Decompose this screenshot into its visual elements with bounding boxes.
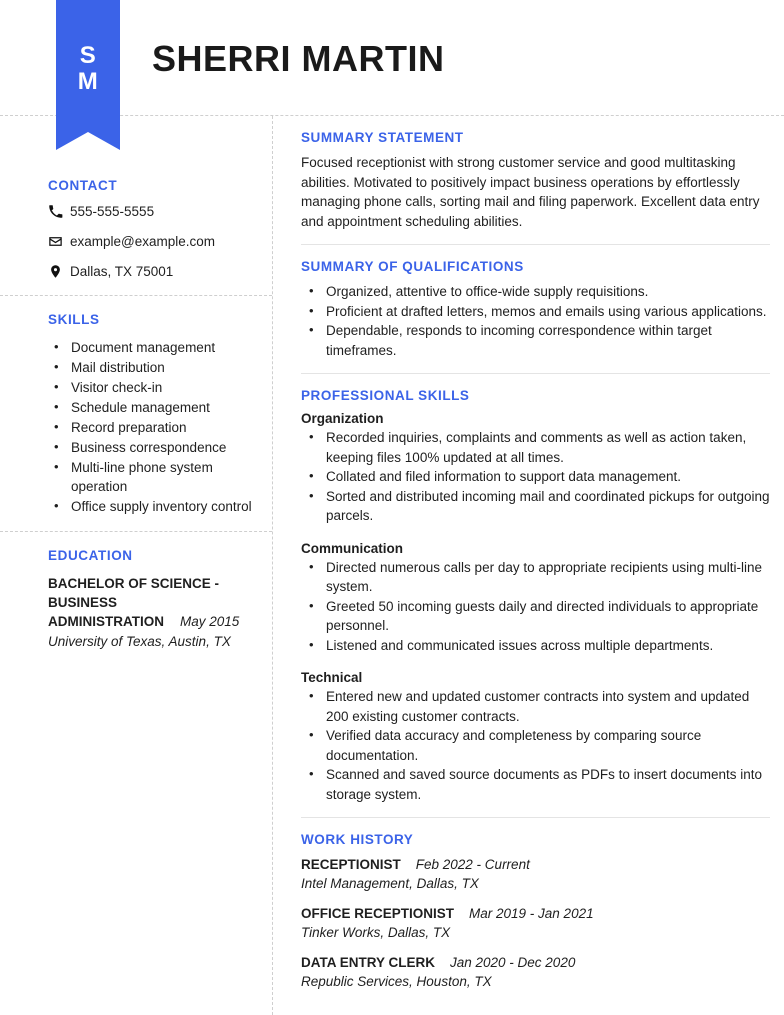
- contact-email-text: example@example.com: [70, 234, 216, 249]
- work-history-section: WORK HISTORY RECEPTIONIST Feb 2022 - Curr…: [301, 818, 770, 1004]
- skill-group: CommunicationDirected numerous calls per…: [301, 541, 770, 656]
- contact-heading: CONTACT: [48, 178, 118, 193]
- contact-email-row: example@example.com: [48, 234, 256, 249]
- list-item: Recorded inquiries, complaints and comme…: [309, 427, 770, 467]
- contact-phone-text: 555-555-5555: [70, 204, 155, 219]
- education-date: May 2015: [180, 614, 240, 629]
- summary-heading: SUMMARY STATEMENT: [301, 130, 464, 145]
- job-title-row: DATA ENTRY CLERK Jan 2020 - Dec 2020: [301, 953, 770, 972]
- page-title: SHERRI MARTIN: [152, 38, 445, 79]
- professional-skills-groups: OrganizationRecorded inquiries, complain…: [301, 411, 770, 804]
- job-dates: Jan 2020 - Dec 2020: [450, 955, 576, 970]
- list-item: Multi-line phone system operation: [54, 457, 256, 496]
- contact-phone-row: 555-555-5555: [48, 204, 256, 219]
- summary-text: Focused receptionist with strong custome…: [301, 155, 760, 229]
- professional-skills-heading: PROFESSIONAL SKILLS: [301, 388, 470, 403]
- resume-body: CONTACT 555-555-5555 example@example.com…: [0, 116, 784, 1015]
- resume-header: S M SHERRI MARTIN: [0, 0, 784, 150]
- job-title: OFFICE RECEPTIONIST: [301, 906, 455, 921]
- list-item: Office supply inventory control: [54, 496, 256, 516]
- envelope-icon: [48, 234, 70, 249]
- contact-section: CONTACT 555-555-5555 example@example.com…: [0, 116, 272, 296]
- skill-group-title: Technical: [301, 670, 363, 685]
- job-dates: Mar 2019 - Jan 2021: [469, 906, 594, 921]
- job-title-row: OFFICE RECEPTIONIST Mar 2019 - Jan 2021: [301, 904, 770, 923]
- sidebar-column: CONTACT 555-555-5555 example@example.com…: [0, 116, 273, 1015]
- work-history-jobs: RECEPTIONIST Feb 2022 - Current Intel Mana…: [301, 855, 770, 991]
- skill-group: OrganizationRecorded inquiries, complain…: [301, 411, 770, 526]
- skill-group-title: Communication: [301, 540, 404, 556]
- work-history-entry: RECEPTIONIST Feb 2022 - Current Intel Mana…: [301, 855, 770, 893]
- qualifications-section: SUMMARY OF QUALIFICATIONS Organized, att…: [301, 245, 770, 374]
- work-history-heading: WORK HISTORY: [301, 832, 414, 847]
- list-item: Dependable, responds to incoming corresp…: [309, 320, 770, 360]
- education-heading: EDUCATION: [48, 548, 133, 563]
- job-dates: Feb 2022 - Current: [415, 857, 530, 872]
- education-section: EDUCATION BACHELOR OF SCIENCE - BUSINESS…: [0, 532, 272, 665]
- job-company: Tinker Works, Dallas, TX: [301, 925, 451, 940]
- list-item: Entered new and updated customer contrac…: [309, 686, 770, 726]
- professional-skills-section: PROFESSIONAL SKILLS OrganizationRecorded…: [301, 374, 770, 818]
- qualifications-list: Organized, attentive to office-wide supp…: [301, 281, 770, 360]
- monogram-last-initial: M: [77, 68, 99, 95]
- monogram-first-initial: S: [79, 42, 97, 69]
- skills-heading: SKILLS: [48, 312, 100, 327]
- education-school: University of Texas, Austin, TX: [48, 634, 231, 649]
- summary-section: SUMMARY STATEMENT Focused receptionist w…: [301, 116, 770, 245]
- list-item: Business correspondence: [54, 437, 256, 457]
- skills-list: Document managementMail distributionVisi…: [48, 337, 256, 516]
- map-pin-icon: [48, 264, 70, 279]
- list-item: Document management: [54, 337, 256, 357]
- job-company: Intel Management, Dallas, TX: [301, 876, 479, 891]
- list-item: Collated and filed information to suppor…: [309, 466, 770, 487]
- skill-group: TechnicalEntered new and updated custome…: [301, 670, 770, 804]
- work-history-entry: DATA ENTRY CLERK Jan 2020 - Dec 2020 Repub…: [301, 953, 770, 991]
- skill-group-list: Recorded inquiries, complaints and comme…: [301, 427, 770, 526]
- job-title-row: RECEPTIONIST Feb 2022 - Current: [301, 855, 770, 874]
- list-item: Scanned and saved source documents as PD…: [309, 764, 770, 804]
- job-company: Republic Services, Houston, TX: [301, 974, 492, 989]
- list-item: Verified data accuracy and completeness …: [309, 725, 770, 765]
- contact-location-row: Dallas, TX 75001: [48, 264, 256, 279]
- list-item: Greeted 50 incoming guests daily and dir…: [309, 596, 770, 636]
- job-title: DATA ENTRY CLERK: [301, 955, 435, 970]
- qualifications-heading: SUMMARY OF QUALIFICATIONS: [301, 259, 524, 274]
- list-item: Schedule management: [54, 397, 256, 417]
- job-title: RECEPTIONIST: [301, 857, 401, 872]
- skill-group-list: Entered new and updated customer contrac…: [301, 686, 770, 804]
- monogram-ribbon: S M: [56, 0, 120, 150]
- list-item: Organized, attentive to office-wide supp…: [309, 281, 770, 302]
- list-item: Sorted and distributed incoming mail and…: [309, 486, 770, 526]
- work-history-entry: OFFICE RECEPTIONIST Mar 2019 - Jan 2021 Ti…: [301, 904, 770, 942]
- main-column: SUMMARY STATEMENT Focused receptionist w…: [273, 116, 784, 1004]
- list-item: Visitor check-in: [54, 377, 256, 397]
- list-item: Listened and communicated issues across …: [309, 635, 770, 656]
- education-degree: BACHELOR OF SCIENCE - BUSINESS ADMINISTR…: [48, 574, 256, 631]
- contact-location-text: Dallas, TX 75001: [70, 264, 174, 279]
- list-item: Directed numerous calls per day to appro…: [309, 557, 770, 597]
- list-item: Mail distribution: [54, 357, 256, 377]
- list-item: Record preparation: [54, 417, 256, 437]
- skill-group-title: Organization: [301, 411, 384, 426]
- skill-group-list: Directed numerous calls per day to appro…: [301, 557, 770, 656]
- phone-icon: [48, 204, 70, 219]
- skills-section: SKILLS Document managementMail distribut…: [0, 296, 272, 532]
- list-item: Proficient at drafted letters, memos and…: [309, 301, 770, 322]
